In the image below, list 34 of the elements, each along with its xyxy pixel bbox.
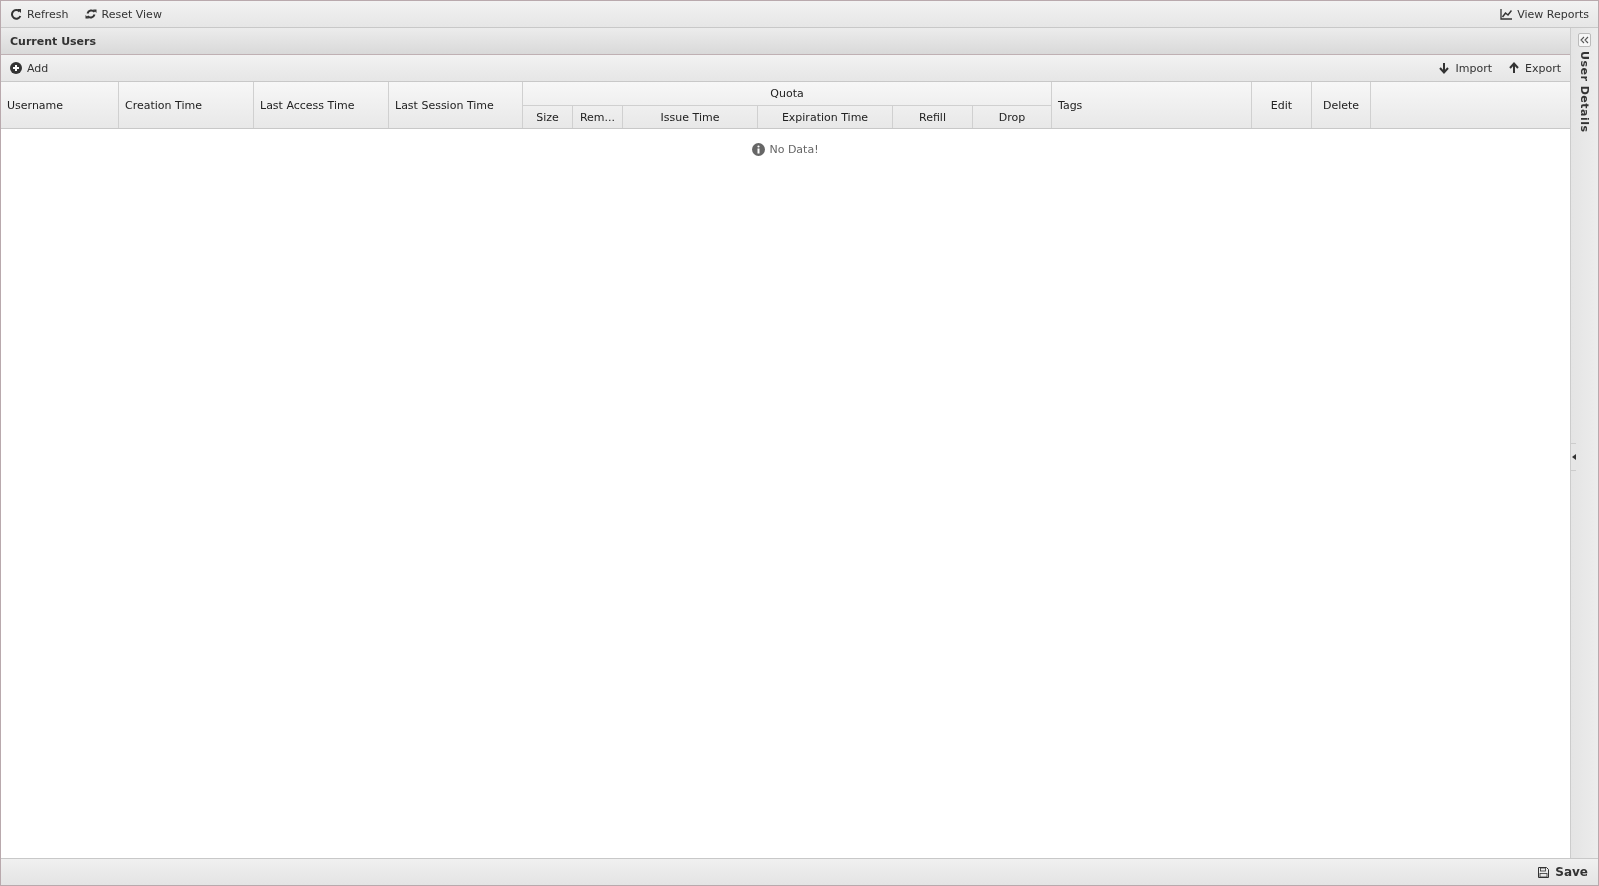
sync-icon — [84, 8, 97, 20]
column-header[interactable]: Issue Time — [623, 105, 758, 128]
double-chevron-icon — [1580, 36, 1589, 44]
toolbar-button[interactable]: Add — [7, 59, 52, 77]
column-header[interactable]: Tags — [1052, 82, 1252, 128]
chart-icon — [1500, 8, 1513, 20]
empty-message: No Data! — [769, 143, 819, 156]
panel-title: Current Users — [10, 34, 97, 48]
plus-circle-icon — [10, 62, 22, 74]
column-header[interactable]: Delete — [1312, 82, 1371, 128]
column-header[interactable]: Quota — [523, 82, 1052, 105]
column-header[interactable]: Username — [1, 82, 119, 128]
collapse-handle[interactable] — [1570, 443, 1576, 471]
toolbar-button[interactable]: Import — [1435, 59, 1495, 77]
side-panel-title: User Details — [1578, 51, 1591, 133]
expand-button[interactable] — [1578, 33, 1591, 47]
column-header[interactable]: Last Access Time — [254, 82, 389, 128]
column-header[interactable]: Refill — [893, 105, 973, 128]
toolbar-button[interactable]: View Reports — [1497, 5, 1592, 23]
column-header[interactable]: Size — [523, 105, 573, 128]
save-button[interactable]: Save — [1538, 865, 1588, 879]
toolbar-button[interactable]: Refresh — [7, 5, 72, 23]
toolbar-button[interactable]: Reset View — [81, 5, 165, 23]
up-arrow-icon — [1508, 62, 1520, 74]
column-header[interactable]: Last Session Time — [389, 82, 523, 128]
info-icon — [752, 143, 766, 156]
column-header[interactable]: Creation Time — [119, 82, 254, 128]
column-header[interactable]: Expiration Time — [758, 105, 893, 128]
column-header[interactable]: Edit — [1252, 82, 1312, 128]
down-arrow-icon — [1438, 62, 1451, 74]
toolbar-button[interactable]: Export — [1505, 59, 1564, 77]
column-header[interactable]: Rem... — [573, 105, 623, 128]
refresh-icon — [10, 8, 22, 20]
column-header[interactable]: Drop — [973, 105, 1052, 128]
